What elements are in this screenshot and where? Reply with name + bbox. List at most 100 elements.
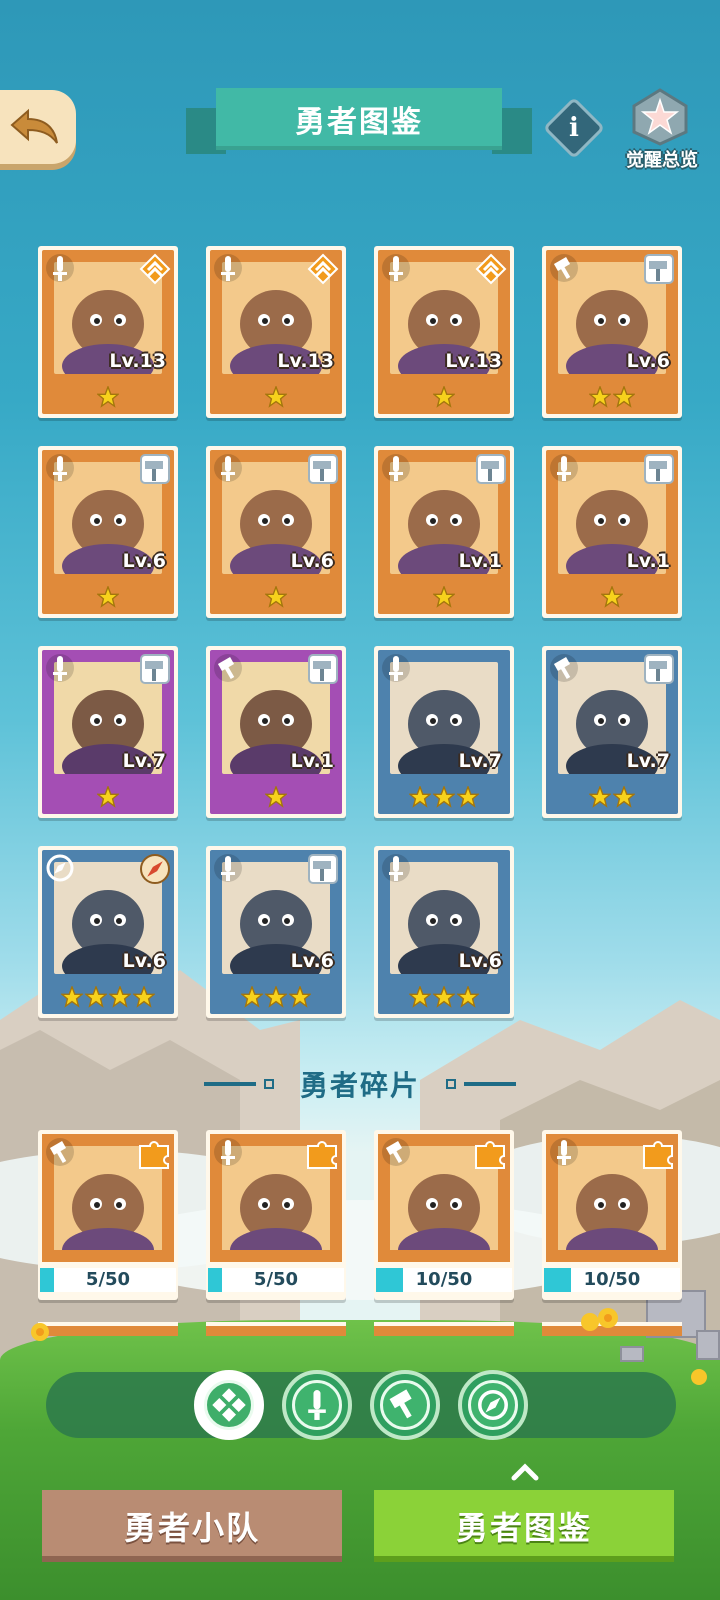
hammer-icon bbox=[550, 654, 578, 682]
filter-button-compass[interactable] bbox=[458, 1370, 528, 1440]
sword-icon bbox=[46, 454, 74, 482]
hero-card[interactable]: Lv.1 bbox=[542, 446, 682, 618]
fragment-card[interactable]: 5/50 bbox=[206, 1130, 346, 1300]
hero-level: Lv.7 bbox=[626, 750, 670, 772]
puzzle-piece-icon bbox=[307, 1141, 337, 1169]
star-icon bbox=[589, 786, 611, 808]
hero-card[interactable]: Lv.1 bbox=[374, 446, 514, 618]
hero-stars bbox=[378, 986, 510, 1012]
hero-card[interactable]: Lv.6 bbox=[374, 846, 514, 1018]
fragment-card-frame bbox=[210, 1134, 342, 1262]
hero-card[interactable]: Lv.6 bbox=[206, 846, 346, 1018]
filter-button-all[interactable] bbox=[194, 1370, 264, 1440]
sword-icon bbox=[382, 854, 410, 882]
hammer-badge-icon bbox=[308, 854, 338, 884]
sword-icon bbox=[550, 454, 578, 482]
sword-icon bbox=[214, 1138, 242, 1166]
hero-card-frame: Lv.6 bbox=[42, 450, 174, 614]
title-ribbon: 勇者图鉴 bbox=[186, 88, 532, 156]
tab-hero-codex[interactable]: 勇者图鉴 bbox=[374, 1490, 674, 1562]
hero-card[interactable]: Lv.13 bbox=[374, 246, 514, 418]
fragment-card-frame bbox=[42, 1134, 174, 1262]
fragment-progress-text: 5/50 bbox=[85, 1269, 131, 1290]
hero-level: Lv.1 bbox=[458, 550, 502, 572]
tab-hero-team[interactable]: 勇者小队 bbox=[42, 1490, 342, 1562]
sword-icon bbox=[214, 454, 242, 482]
hero-level: Lv.1 bbox=[626, 550, 670, 572]
hammer-badge-icon bbox=[140, 454, 170, 484]
star-icon bbox=[61, 986, 83, 1008]
hero-card[interactable]: Lv.7 bbox=[542, 646, 682, 818]
fragment-card[interactable]: 10/50 bbox=[374, 1130, 514, 1300]
compass-icon bbox=[46, 854, 74, 882]
filter-button-sword[interactable] bbox=[282, 1370, 352, 1440]
back-button[interactable] bbox=[0, 90, 76, 164]
hero-card[interactable]: Lv.13 bbox=[206, 246, 346, 418]
chevron-up-icon bbox=[511, 1463, 539, 1481]
divider-line bbox=[203, 1082, 256, 1086]
hero-card-frame: Lv.6 bbox=[42, 850, 174, 1014]
hammer-icon bbox=[46, 1138, 74, 1166]
hammer-badge-icon bbox=[308, 454, 338, 484]
hammer-badge-icon bbox=[308, 654, 338, 684]
filter-button-hammer[interactable] bbox=[370, 1370, 440, 1440]
flower-decoration bbox=[31, 1323, 49, 1341]
hero-card-frame: Lv.7 bbox=[546, 650, 678, 814]
hammer-icon bbox=[382, 1138, 410, 1166]
divider-dot bbox=[446, 1079, 456, 1089]
fragment-card[interactable]: 5/50 bbox=[38, 1130, 178, 1300]
hero-card-frame: Lv.1 bbox=[378, 450, 510, 614]
hero-card[interactable]: Lv.13 bbox=[38, 246, 178, 418]
fragment-card-partial[interactable] bbox=[374, 1322, 514, 1336]
awaken-overview-button[interactable]: 觉醒总览 bbox=[612, 88, 712, 174]
hero-card-frame: Lv.6 bbox=[378, 850, 510, 1014]
hammer-icon bbox=[214, 654, 242, 682]
hero-card-frame: Lv.7 bbox=[378, 650, 510, 814]
fragment-progress-bar: 10/50 bbox=[544, 1268, 680, 1292]
hero-card[interactable]: Lv.6 bbox=[206, 446, 346, 618]
puzzle-piece-icon bbox=[139, 1141, 169, 1169]
sword-icon bbox=[46, 654, 74, 682]
hero-card[interactable]: Lv.6 bbox=[38, 446, 178, 618]
star-icon bbox=[265, 386, 287, 408]
hero-level: Lv.6 bbox=[626, 350, 670, 372]
sword-icon bbox=[214, 854, 242, 882]
hero-level: Lv.6 bbox=[122, 550, 166, 572]
all-classes-icon bbox=[212, 1388, 246, 1422]
star-icon bbox=[433, 386, 455, 408]
hero-card[interactable]: Lv.1 bbox=[206, 646, 346, 818]
filter-button-inner bbox=[204, 1380, 254, 1430]
fragment-card-partial[interactable] bbox=[206, 1322, 346, 1336]
hero-card-frame: Lv.1 bbox=[210, 650, 342, 814]
divider-dot bbox=[263, 1079, 274, 1089]
info-button[interactable]: i bbox=[542, 96, 606, 160]
hero-stars bbox=[378, 386, 510, 412]
hero-level: Lv.1 bbox=[290, 750, 334, 772]
hero-card[interactable]: Lv.7 bbox=[38, 646, 178, 818]
star-icon bbox=[97, 786, 119, 808]
hero-level: Lv.13 bbox=[109, 350, 166, 372]
fragment-progress-text: 10/50 bbox=[583, 1269, 641, 1290]
hero-card[interactable]: Lv.6 bbox=[542, 246, 682, 418]
rank-chevron-icon bbox=[307, 253, 339, 285]
rank-chevron-icon bbox=[139, 253, 171, 285]
star-icon bbox=[457, 786, 479, 808]
star-icon bbox=[265, 986, 287, 1008]
sword-icon bbox=[382, 254, 410, 282]
hammer-filter-icon bbox=[389, 1389, 412, 1419]
fragment-card[interactable]: 10/50 bbox=[542, 1130, 682, 1300]
star-icon bbox=[97, 386, 119, 408]
hero-level: Lv.7 bbox=[122, 750, 166, 772]
hero-level: Lv.6 bbox=[458, 950, 502, 972]
puzzle-piece-icon bbox=[643, 1141, 673, 1169]
sword-icon bbox=[214, 254, 242, 282]
hero-card-frame: Lv.6 bbox=[210, 450, 342, 614]
hero-card-frame: Lv.13 bbox=[378, 250, 510, 414]
star-icon bbox=[433, 986, 455, 1008]
puzzle-piece-icon bbox=[475, 1141, 505, 1169]
hero-card[interactable]: Lv.6 bbox=[38, 846, 178, 1018]
compass-badge-icon bbox=[140, 854, 170, 884]
sword-icon bbox=[550, 1138, 578, 1166]
awaken-star-badge-icon bbox=[632, 88, 688, 146]
hero-card[interactable]: Lv.7 bbox=[374, 646, 514, 818]
